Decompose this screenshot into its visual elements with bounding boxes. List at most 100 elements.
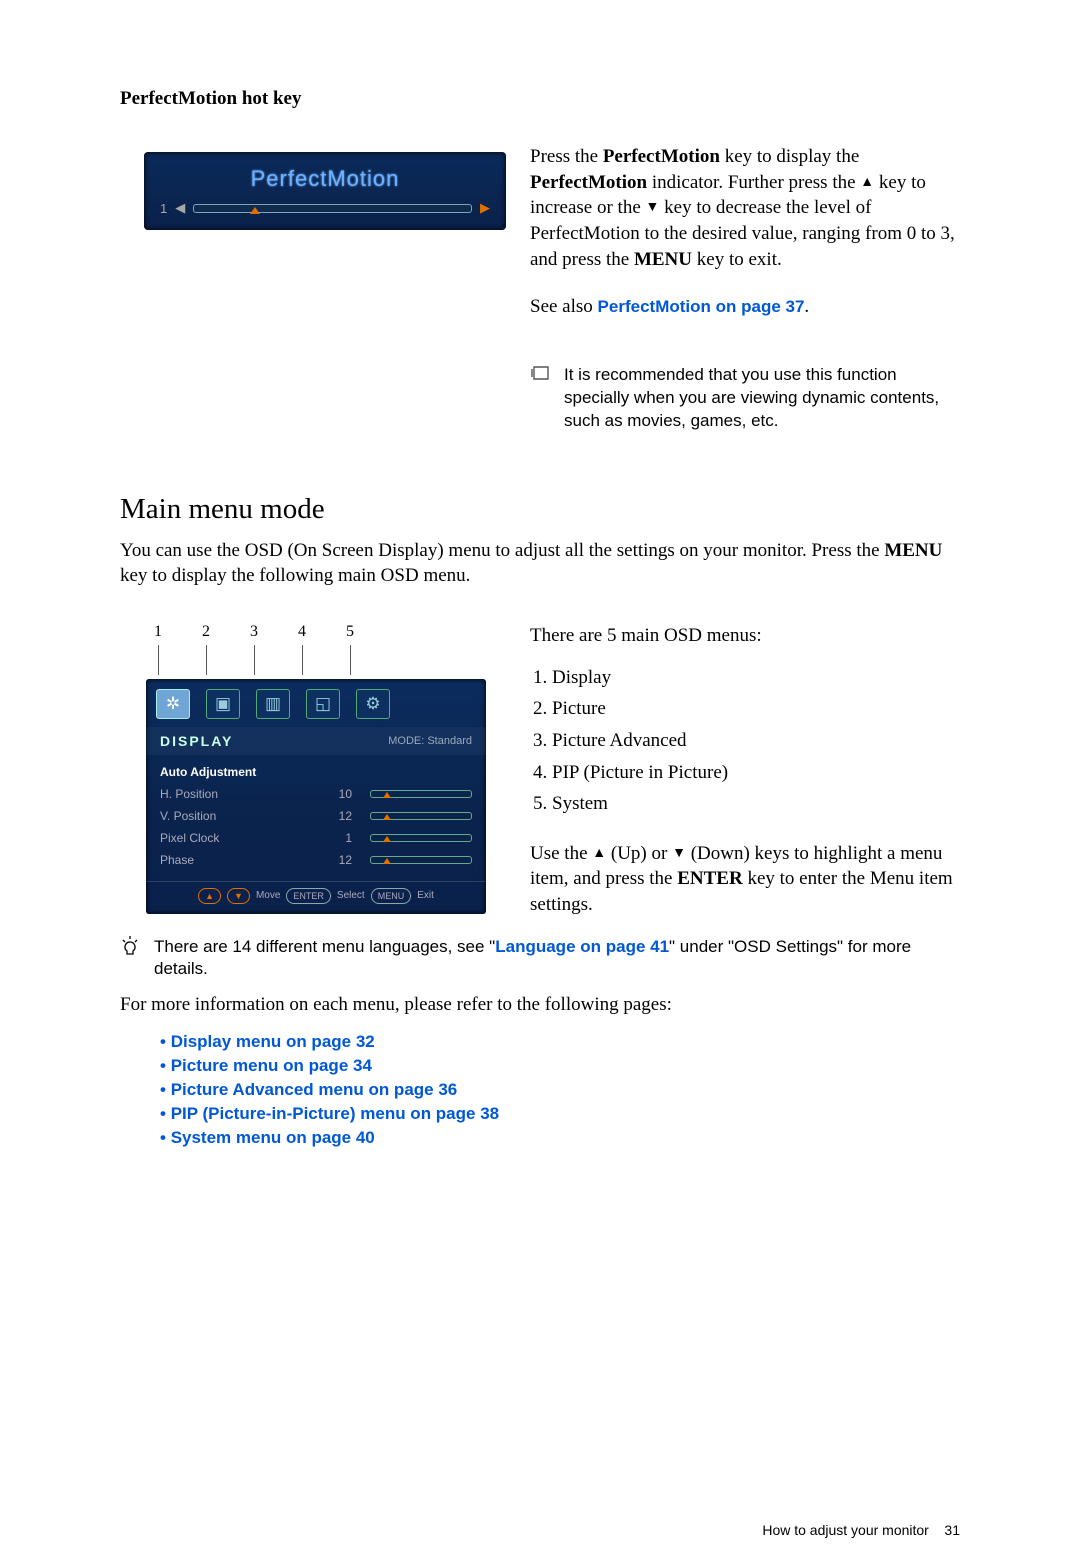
osd-tab-icons: ✲ ▣ ▥ ◱ ⚙ — [146, 679, 486, 727]
text: (Up) or — [606, 843, 672, 864]
page-footer: How to adjust your monitor 31 — [762, 1522, 960, 1538]
item-label: Phase — [160, 853, 304, 867]
menu-list: Display Picture Picture Advanced PIP (Pi… — [530, 665, 960, 817]
osd-title-bar: DISPLAY MODE: Standard — [146, 727, 486, 755]
section1-columns: PerfectMotion 1 ◀ ▶ Press the PerfectMot… — [120, 144, 960, 433]
key-name: MENU — [884, 540, 942, 561]
up-triangle-icon: ▲ — [592, 847, 606, 861]
link-perfectmotion-page[interactable]: PerfectMotion on page 37 — [598, 297, 805, 316]
picture-advanced-tab-icon: ▥ — [256, 689, 290, 719]
item-value: 12 — [322, 853, 352, 867]
main-menu-intro: You can use the OSD (On Screen Display) … — [120, 538, 960, 589]
note-text: It is recommended that you use this func… — [564, 364, 960, 433]
enter-key-icon: ENTER — [286, 888, 331, 904]
see-also: See also PerfectMotion on page 37. — [530, 294, 960, 320]
page: PerfectMotion hot key PerfectMotion 1 ◀ … — [0, 0, 1080, 1568]
item-value: 10 — [322, 787, 352, 801]
label-3: 3 — [250, 623, 258, 641]
item-value: 1 — [322, 831, 352, 845]
menu-key-icon: MENU — [371, 888, 412, 904]
menu-item-picture: Picture — [552, 696, 960, 722]
indicator-name: PerfectMotion — [530, 172, 647, 193]
text: key to exit. — [692, 249, 782, 270]
osd-main-image: 1 2 3 4 5 ✲ ▣ ▥ ◱ ⚙ DISPLAY — [120, 623, 500, 914]
down-triangle-icon: ▼ — [672, 847, 686, 861]
osd-mode-label: MODE: Standard — [388, 735, 472, 747]
item-label: H. Position — [160, 787, 304, 801]
note-block: It is recommended that you use this func… — [530, 364, 960, 433]
osd-item-phase: Phase 12 — [160, 849, 472, 871]
osd-footer: ▲ ▼ Move ENTER Select MENU Exit — [146, 881, 486, 914]
picture-tab-icon: ▣ — [206, 689, 240, 719]
nav-instruction: Use the ▲ (Up) or ▼ (Down) keys to highl… — [530, 841, 960, 918]
link-picture-menu[interactable]: • Picture menu on page 34 — [160, 1056, 960, 1076]
item-label: Pixel Clock — [160, 831, 304, 845]
link-language-page[interactable]: Language on page 41 — [495, 937, 669, 956]
osd-item-pixel-clock: Pixel Clock 1 — [160, 827, 472, 849]
menu-item-system: System — [552, 791, 960, 817]
pm-slider — [193, 204, 472, 213]
osd-item-v-position: V. Position 12 — [160, 805, 472, 827]
pm-osd-value: 1 — [160, 201, 167, 216]
osd-item-auto-adjustment: Auto Adjustment — [160, 761, 472, 783]
pm-osd-slider-row: 1 ◀ ▶ — [160, 200, 490, 216]
footer-text: How to adjust your monitor — [762, 1522, 929, 1538]
lightbulb-icon — [120, 936, 144, 966]
more-info-text: For more information on each menu, pleas… — [120, 992, 960, 1018]
osd-panel-title: DISPLAY — [160, 733, 233, 749]
footer-select: Select — [337, 890, 365, 901]
text: You can use the OSD (On Screen Display) … — [120, 540, 884, 561]
osd-item-list: Auto Adjustment H. Position 10 V. Positi… — [146, 755, 486, 881]
slider — [370, 790, 472, 798]
tip-text: There are 14 different menu languages, s… — [154, 936, 960, 980]
down-triangle-icon: ▼ — [646, 201, 660, 215]
osd-icon-number-labels: 1 2 3 4 5 — [154, 623, 500, 679]
footer-exit: Exit — [417, 890, 434, 901]
down-key-icon: ▼ — [227, 888, 250, 904]
pm-osd-title: PerfectMotion — [160, 166, 490, 192]
menu-item-pip: PIP (Picture in Picture) — [552, 760, 960, 786]
menu-description: There are 5 main OSD menus: Display Pict… — [530, 623, 960, 918]
tip-block: There are 14 different menu languages, s… — [120, 936, 960, 980]
text: . — [804, 296, 809, 317]
slider — [370, 856, 472, 864]
footer-move: Move — [256, 890, 280, 901]
key-name: ENTER — [677, 868, 742, 889]
display-tab-icon: ✲ — [156, 689, 190, 719]
section2-columns: 1 2 3 4 5 ✲ ▣ ▥ ◱ ⚙ DISPLAY — [120, 623, 960, 918]
text: Use the — [530, 843, 592, 864]
text: See also — [530, 296, 598, 317]
page-links-list: • Display menu on page 32 • Picture menu… — [160, 1032, 960, 1148]
text: There are 14 different menu languages, s… — [154, 937, 495, 956]
text: indicator. Further press the — [647, 172, 860, 193]
pm-osd-image: PerfectMotion 1 ◀ ▶ — [120, 144, 500, 230]
label-1: 1 — [154, 623, 162, 641]
slider — [370, 812, 472, 820]
link-pip-menu[interactable]: • PIP (Picture-in-Picture) menu on page … — [160, 1104, 960, 1124]
osd-main-panel: ✲ ▣ ▥ ◱ ⚙ DISPLAY MODE: Standard Auto Ad… — [146, 679, 486, 914]
menu-item-picture-advanced: Picture Advanced — [552, 728, 960, 754]
section-title-main-menu: Main menu mode — [120, 493, 960, 526]
link-system-menu[interactable]: • System menu on page 40 — [160, 1128, 960, 1148]
menu-item-display: Display — [552, 665, 960, 691]
link-display-menu[interactable]: • Display menu on page 32 — [160, 1032, 960, 1052]
up-key-icon: ▲ — [198, 888, 221, 904]
label-2: 2 — [202, 623, 210, 641]
label-5: 5 — [346, 623, 354, 641]
menus-intro: There are 5 main OSD menus: — [530, 623, 960, 649]
page-number: 31 — [944, 1522, 960, 1538]
osd-item-h-position: H. Position 10 — [160, 783, 472, 805]
item-label: V. Position — [160, 809, 304, 823]
text: Press the — [530, 146, 603, 167]
triangle-left-icon: ◀ — [175, 200, 185, 216]
note-icon — [530, 364, 554, 388]
item-value: 12 — [322, 809, 352, 823]
pip-tab-icon: ◱ — [306, 689, 340, 719]
system-tab-icon: ⚙ — [356, 689, 390, 719]
text: key to display the — [720, 146, 859, 167]
text: key to display the following main OSD me… — [120, 565, 470, 586]
up-triangle-icon: ▲ — [860, 176, 874, 190]
link-picture-advanced-menu[interactable]: • Picture Advanced menu on page 36 — [160, 1080, 960, 1100]
key-name: MENU — [634, 249, 692, 270]
triangle-right-icon: ▶ — [480, 200, 490, 216]
